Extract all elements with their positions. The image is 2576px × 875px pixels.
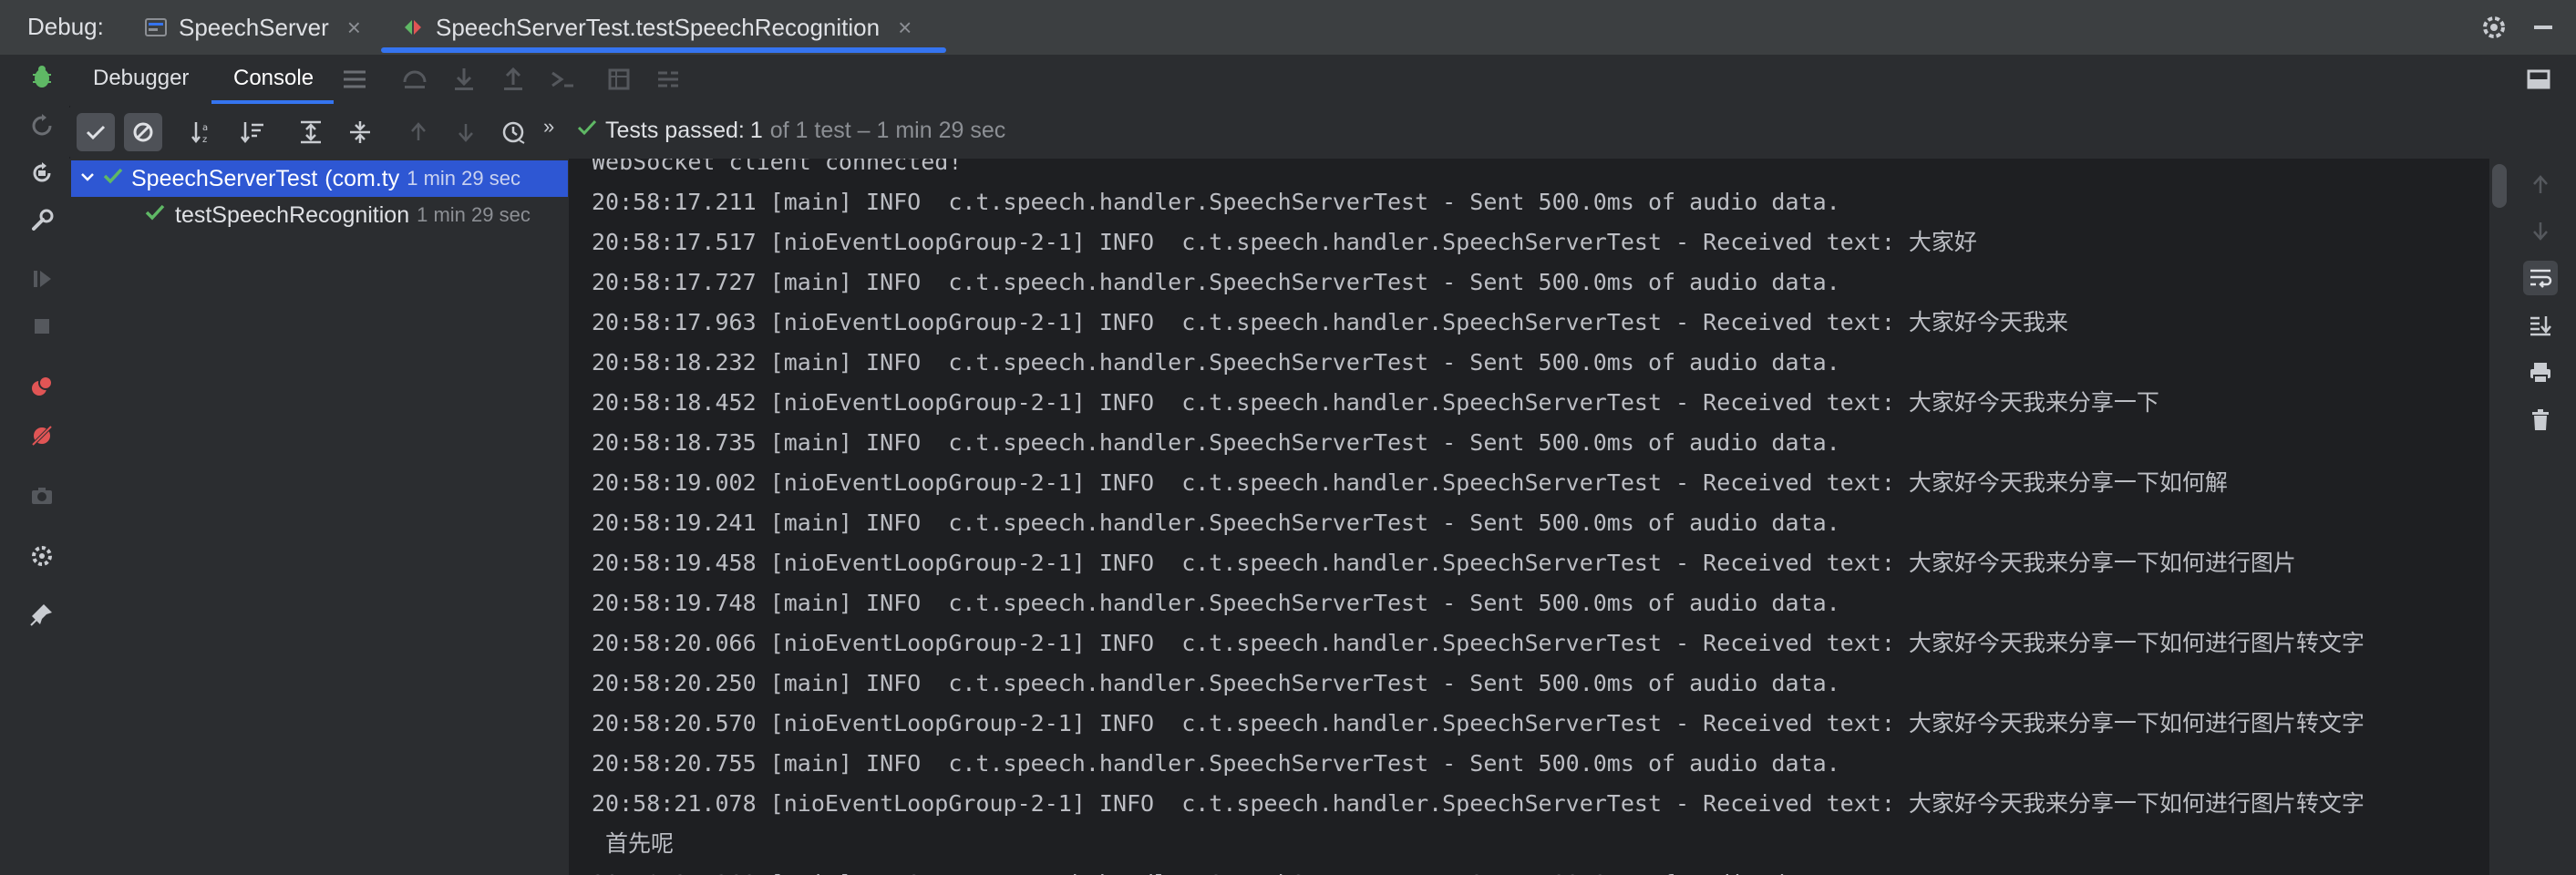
active-subtab-indicator (211, 100, 334, 104)
debug-subtabs-bar (69, 55, 2576, 106)
console-line: 20:58:20.250 [main] INFO c.t.speech.hand… (592, 670, 1840, 696)
console-line: 20:58:19.241 [main] INFO c.t.speech.hand… (592, 510, 1840, 536)
console-line: 20:58:20.570 [nioEventLoopGroup-2-1] INF… (592, 710, 2365, 736)
tab-label: SpeechServer (179, 13, 329, 41)
test-tree-root-row[interactable]: SpeechServerTest (com.ty 1 min 29 sec (71, 160, 568, 197)
resume-icon (26, 262, 58, 295)
console-scrollbar[interactable] (2489, 159, 2509, 875)
bug-icon[interactable] (26, 60, 58, 93)
stop-icon (26, 310, 58, 343)
application-config-icon (144, 15, 168, 39)
tab-speech-server[interactable]: SpeechServer × (144, 0, 361, 55)
scroll-to-end-icon[interactable] (2523, 308, 2558, 343)
check-icon (576, 117, 598, 145)
step-over-icon (401, 66, 428, 98)
step-out-icon (500, 66, 527, 98)
show-passed-button[interactable] (77, 113, 115, 151)
console-line: 20:58:18.452 [nioEventLoopGroup-2-1] INF… (592, 389, 2159, 416)
test-tree (69, 159, 570, 875)
tests-passed-label: Tests passed: (605, 118, 745, 143)
expand-all-button[interactable] (292, 113, 330, 151)
console-line: 20:58:17.517 [nioEventLoopGroup-2-1] INF… (592, 229, 1977, 255)
down-stack-icon (2523, 213, 2558, 248)
print-icon[interactable] (2523, 355, 2558, 390)
collapse-all-button[interactable] (341, 113, 379, 151)
console-line: 20:58:17.963 [nioEventLoopGroup-2-1] INF… (592, 309, 2068, 335)
console-lines: WebSocket client connected! 20:58:17.211 … (592, 159, 2365, 875)
rerun-failed-icon (26, 109, 58, 142)
console-line: 20:58:19.458 [nioEventLoopGroup-2-1] INF… (592, 550, 2296, 576)
test-class-package: (com.ty (325, 165, 400, 191)
test-status-summary: Tests passed: 1 of 1 test – 1 min 29 sec (576, 117, 1005, 145)
console-line: 20:58:20.066 [nioEventLoopGroup-2-1] INF… (592, 630, 2365, 656)
test-class-name: SpeechServerTest (131, 165, 318, 191)
console-line: 20:58:21.260 [main] INFO c.t.speech.hand… (592, 864, 2365, 875)
previous-failed-button (399, 113, 438, 151)
console-line: 20:58:20.755 [main] INFO c.t.speech.hand… (592, 750, 1840, 777)
tests-passed-count: 1 (749, 118, 763, 143)
console-line: 20:58:18.232 [main] INFO c.t.speech.hand… (592, 349, 1840, 376)
settings-icon[interactable] (26, 540, 58, 572)
sort-alphabetically-button[interactable]: az (184, 113, 222, 151)
show-ignored-button[interactable] (124, 113, 162, 151)
tab-speech-recognition-test[interactable]: SpeechServerTest.testSpeechRecognition × (401, 0, 912, 55)
minimize-icon[interactable] (2534, 26, 2552, 29)
close-icon[interactable]: × (347, 14, 361, 42)
up-stack-icon (2523, 168, 2558, 202)
console-output[interactable]: WebSocket client connected! 20:58:17.211 … (570, 159, 2489, 875)
next-failed-button (447, 113, 485, 151)
menu-icon[interactable] (341, 67, 368, 91)
step-into-icon (450, 66, 478, 98)
passed-check-icon (144, 201, 175, 230)
run-to-cursor-icon (549, 66, 576, 98)
console-line: 20:58:17.727 [main] INFO c.t.speech.hand… (592, 269, 1840, 295)
trace-current-stream-icon (654, 66, 682, 98)
console-line: 首先呢 (592, 830, 675, 857)
layout-icon[interactable] (2525, 66, 2552, 98)
soft-wrap-icon[interactable] (2523, 261, 2558, 295)
scrollbar-thumb[interactable] (2492, 164, 2507, 208)
gear-icon[interactable] (2478, 11, 2510, 44)
console-line: 20:58:19.002 [nioEventLoopGroup-2-1] INF… (592, 469, 2228, 496)
console-line: 20:58:19.748 [main] INFO c.t.speech.hand… (592, 590, 1840, 616)
mute-breakpoints-icon[interactable] (26, 419, 58, 452)
console-line: 20:58:17.211 [main] INFO c.t.speech.hand… (592, 189, 1840, 215)
console-line: WebSocket client connected! (592, 159, 963, 175)
trash-icon[interactable] (2523, 403, 2558, 438)
wrench-icon[interactable] (26, 204, 58, 237)
tab-console[interactable]: Console (233, 66, 314, 91)
camera-icon (26, 479, 58, 512)
console-line: 20:58:21.078 [nioEventLoopGroup-2-1] INF… (592, 790, 2365, 817)
view-breakpoints-icon[interactable] (26, 370, 58, 403)
test-run-icon (401, 15, 425, 39)
test-method-duration: 1 min 29 sec (417, 203, 531, 226)
pin-icon[interactable] (26, 598, 58, 631)
test-class-duration: 1 min 29 sec (407, 167, 520, 190)
sort-by-duration-button[interactable] (233, 113, 272, 151)
tests-summary: of 1 test – 1 min 29 sec (769, 118, 1006, 143)
history-icon[interactable] (494, 113, 532, 151)
chevron-down-icon[interactable] (78, 166, 102, 192)
tab-label: SpeechServerTest.testSpeechRecognition (436, 13, 881, 41)
tab-debugger[interactable]: Debugger (93, 66, 189, 91)
debug-label: Debug: (27, 13, 104, 40)
test-tree-method-row[interactable]: testSpeechRecognition 1 min 29 sec (71, 197, 568, 233)
test-method-name: testSpeechRecognition (175, 201, 410, 228)
more-actions-icon[interactable]: » (543, 115, 554, 139)
evaluate-expression-icon (605, 66, 633, 98)
close-icon[interactable]: × (898, 14, 912, 42)
active-tab-indicator (381, 47, 946, 53)
test-runner-toolbar (69, 108, 2576, 157)
restart-icon[interactable] (26, 157, 58, 190)
svg-text:z: z (202, 135, 207, 145)
svg-text:a: a (202, 123, 208, 133)
console-line: 20:58:18.735 [main] INFO c.t.speech.hand… (592, 429, 1840, 456)
passed-check-icon (102, 165, 131, 193)
